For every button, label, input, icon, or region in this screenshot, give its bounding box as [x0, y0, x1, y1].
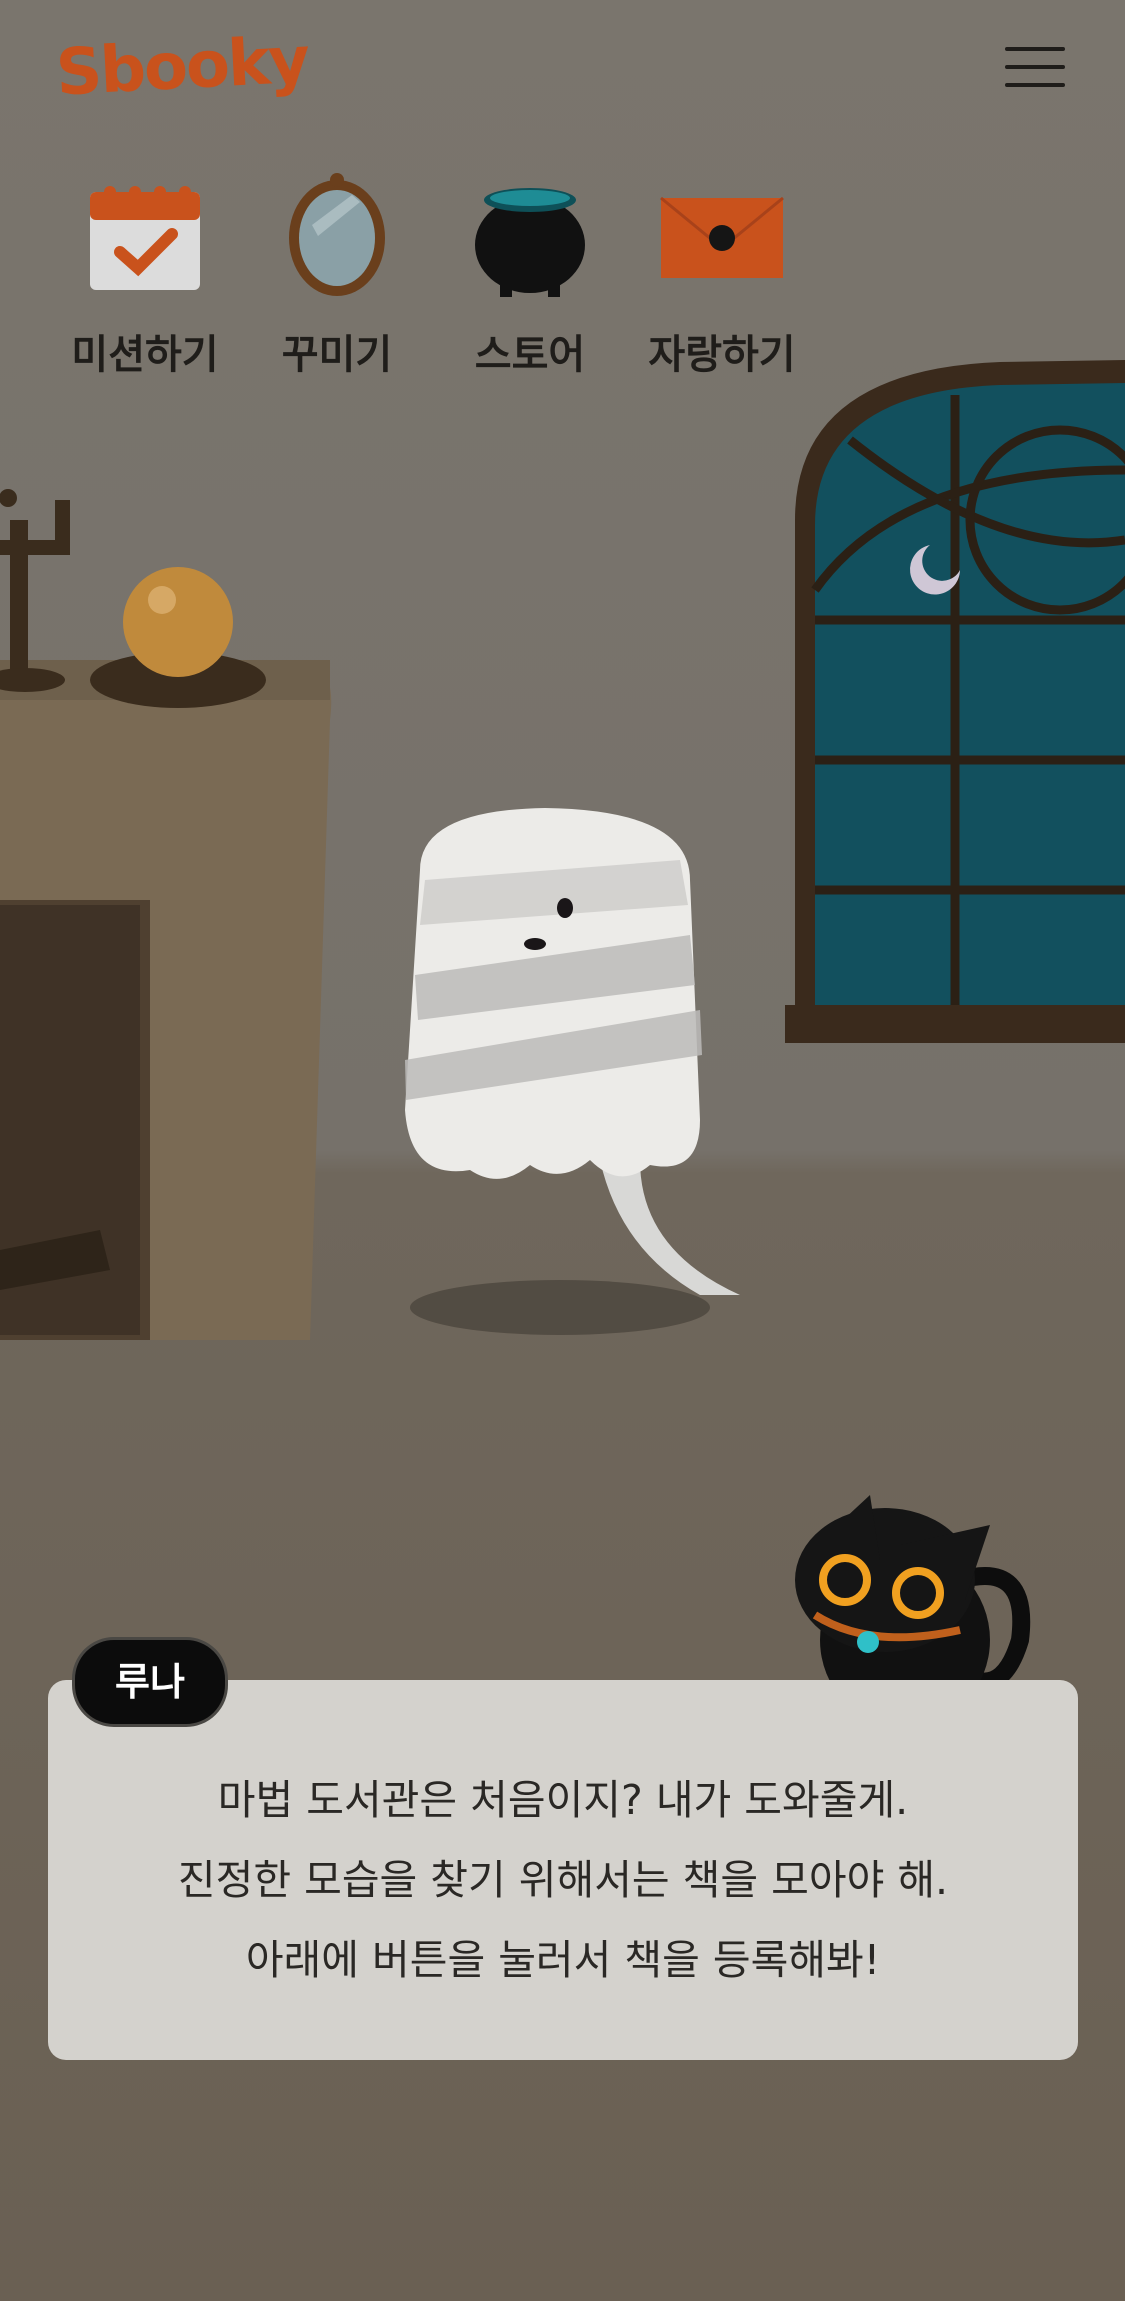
hamburger-menu-icon[interactable]	[1005, 40, 1065, 100]
nav-label-share: 자랑하기	[648, 332, 796, 378]
nav-item-share[interactable]: 자랑하기	[637, 170, 807, 380]
dialog-box[interactable]: 마법 도서관은 처음이지? 내가 도와줄게. 진정한 모습을 찾기 위해서는 책…	[48, 1680, 1078, 2060]
crystal-ball	[90, 567, 266, 708]
nav-item-mission[interactable]: 미션하기	[60, 170, 230, 380]
fireplace	[0, 660, 332, 1340]
dialog-line: 아래에 버튼을 눌러서 책을 등록해봐!	[245, 1936, 881, 1984]
dialog-line: 마법 도서관은 처음이지? 내가 도와줄게.	[217, 1776, 909, 1824]
envelope-icon	[660, 196, 784, 278]
nav-label-mission: 미션하기	[71, 332, 219, 378]
cauldron-icon	[475, 188, 585, 297]
nav-item-store[interactable]: 스토어	[445, 170, 615, 380]
app-screen: Sbooky 미션하기 꾸미기 스토어 자랑하기 마법 도서관은 처음이지? 내…	[0, 0, 1125, 2301]
dialog-line: 진정한 모습을 찾기 위해서는 책을 모아야 해.	[177, 1856, 949, 1904]
arched-window	[785, 360, 1125, 1043]
speaker-name-badge: 루나	[72, 1637, 228, 1727]
nav-item-decorate[interactable]: 꾸미기	[252, 170, 422, 380]
mummy-ghost	[405, 808, 740, 1295]
app-logo[interactable]: Sbooky	[54, 23, 310, 110]
dialog-text: 마법 도서관은 처음이지? 내가 도와줄게. 진정한 모습을 찾기 위해서는 책…	[48, 1760, 1078, 2000]
ghost-shadow	[410, 1280, 710, 1335]
nav-label-decorate: 꾸미기	[281, 332, 393, 378]
calendar-check-icon	[90, 186, 200, 290]
nav-label-store: 스토어	[474, 332, 586, 378]
mirror-icon	[289, 173, 385, 296]
